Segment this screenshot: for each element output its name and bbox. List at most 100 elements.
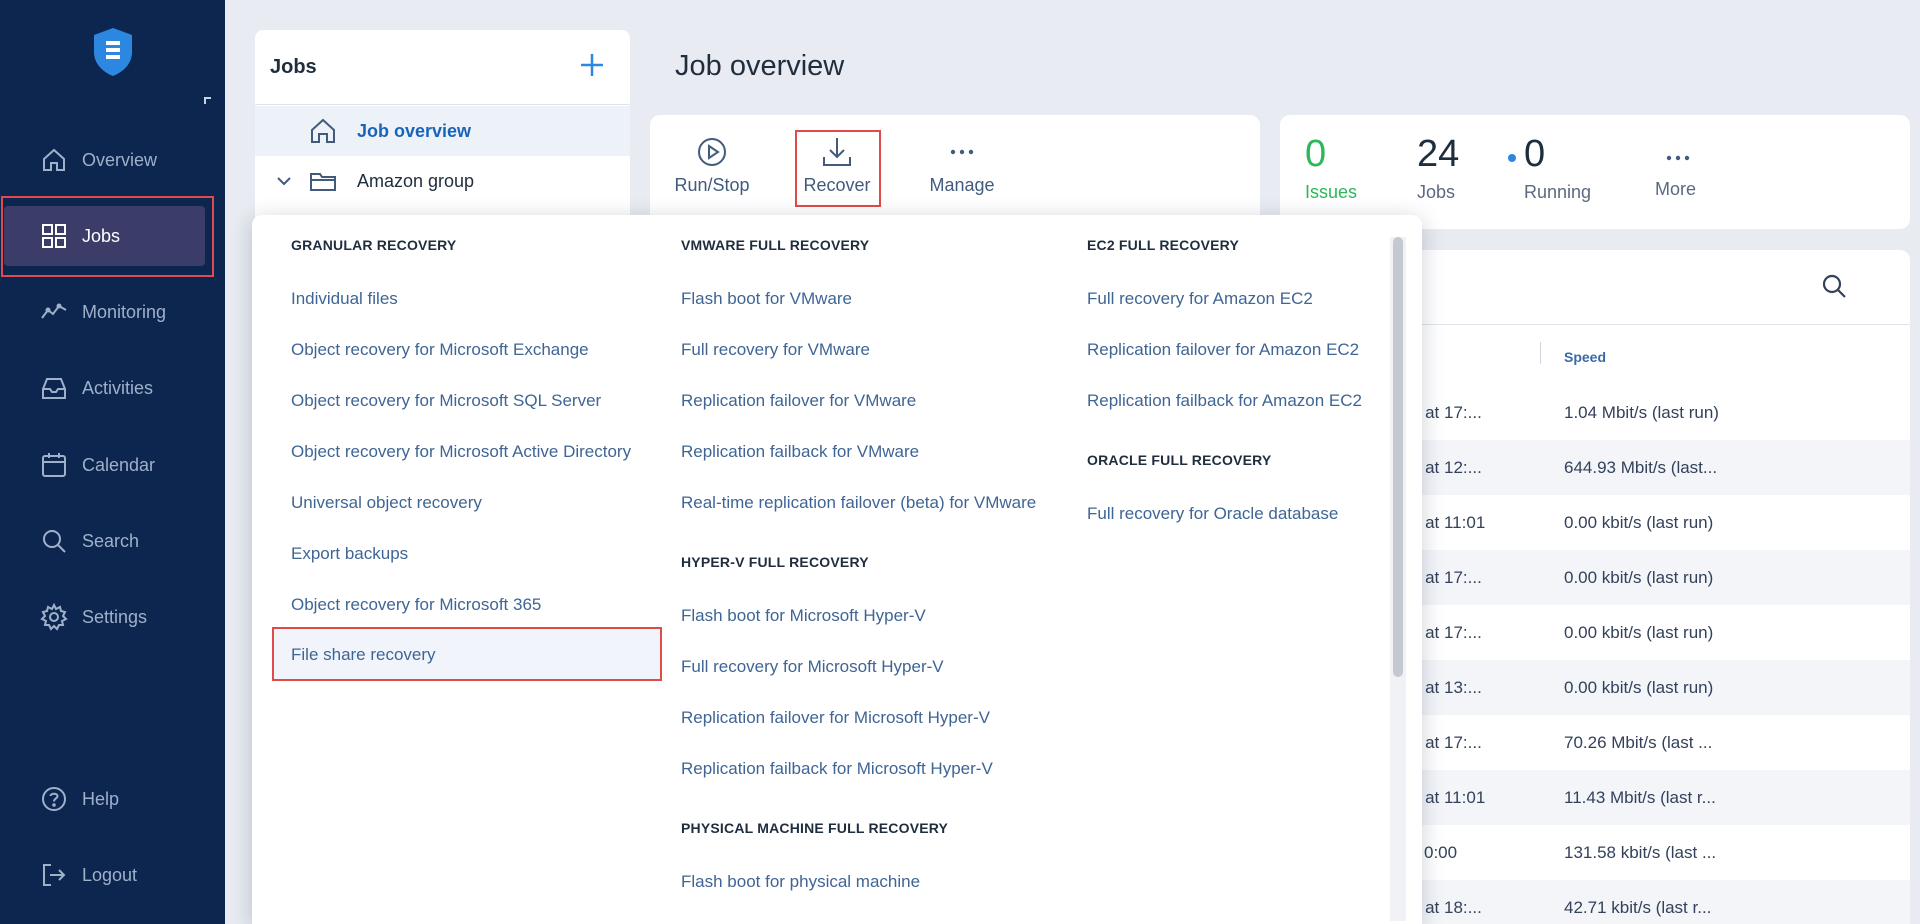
menu-section-oracle: ORACLE FULL RECOVERY bbox=[1087, 452, 1272, 468]
row-speed: 42.71 kbit/s (last r... bbox=[1564, 898, 1712, 917]
row-speed: 0.00 kbit/s (last run) bbox=[1564, 513, 1714, 532]
divider bbox=[255, 104, 630, 105]
column-header-speed[interactable]: Speed bbox=[1564, 349, 1606, 365]
shield-logo-icon[interactable] bbox=[92, 26, 134, 78]
calendar-icon bbox=[40, 451, 68, 479]
menu-item-microsoft-365[interactable]: Object recovery for Microsoft 365 bbox=[291, 595, 541, 615]
sidebar-item-settings[interactable]: Settings bbox=[0, 587, 225, 647]
menu-item-flash-boot-physical[interactable]: Flash boot for physical machine bbox=[681, 872, 920, 892]
recover-highlight-outline bbox=[795, 130, 881, 207]
sidebar-item-label: Calendar bbox=[82, 454, 156, 475]
menu-section-ec2: EC2 FULL RECOVERY bbox=[1087, 237, 1239, 253]
recover-dropdown-menu: GRANULAR RECOVERY Individual files Objec… bbox=[252, 215, 1422, 924]
sidebar-item-label: Logout bbox=[82, 864, 138, 885]
menu-section-granular: GRANULAR RECOVERY bbox=[291, 237, 457, 253]
jobs-count: 24 bbox=[1417, 133, 1460, 175]
menu-item-failback-ec2[interactable]: Replication failback for Amazon EC2 bbox=[1087, 391, 1362, 411]
home-icon bbox=[40, 146, 68, 174]
run-stop-button[interactable]: Run/Stop bbox=[662, 135, 762, 205]
tree-item-amazon-group[interactable]: Amazon group bbox=[255, 156, 630, 206]
menu-item-full-recovery-ec2[interactable]: Full recovery for Amazon EC2 bbox=[1087, 289, 1313, 309]
menu-item-failover-vmware[interactable]: Replication failover for VMware bbox=[681, 391, 916, 411]
run-stop-label: Run/Stop bbox=[674, 175, 750, 195]
sidebar-item-label: Settings bbox=[82, 606, 148, 627]
menu-item-failback-hyperv[interactable]: Replication failback for Microsoft Hyper… bbox=[681, 759, 993, 779]
chart-line-icon bbox=[40, 298, 68, 326]
more-dots-icon bbox=[950, 149, 974, 155]
sidebar-item-help[interactable]: Help bbox=[0, 769, 225, 829]
tree-item-job-overview[interactable]: Job overview bbox=[255, 106, 630, 156]
jobs-panel-title: Jobs bbox=[270, 56, 317, 78]
menu-item-file-share-recovery[interactable]: File share recovery bbox=[272, 627, 662, 681]
inbox-icon bbox=[40, 374, 68, 402]
manage-label: Manage bbox=[929, 175, 995, 195]
row-speed: 131.58 kbit/s (last ... bbox=[1564, 843, 1717, 862]
stats-card: 0 Issues 24 Jobs 0 Running More bbox=[1280, 115, 1910, 229]
row-speed: 70.26 Mbit/s (last ... bbox=[1564, 733, 1713, 752]
search-icon[interactable] bbox=[1820, 272, 1848, 300]
menu-item-active-directory[interactable]: Object recovery for Microsoft Active Dir… bbox=[291, 442, 631, 462]
jobs-stat[interactable]: 24 Jobs bbox=[1417, 133, 1459, 203]
menu-item-oracle-database[interactable]: Full recovery for Oracle database bbox=[1087, 504, 1338, 524]
running-count: 0 bbox=[1524, 133, 1546, 175]
search-icon bbox=[40, 527, 68, 555]
menu-item-sql-server[interactable]: Object recovery for Microsoft SQL Server bbox=[291, 391, 601, 411]
menu-item-flash-boot-vmware[interactable]: Flash boot for VMware bbox=[681, 289, 852, 309]
sidebar-item-overview[interactable]: Overview bbox=[0, 130, 225, 190]
add-job-icon[interactable] bbox=[577, 50, 607, 80]
help-icon bbox=[40, 785, 68, 813]
row-speed: 11.43 Mbit/s (last r... bbox=[1564, 788, 1716, 807]
more-label: More bbox=[1655, 179, 1697, 199]
running-label: Running bbox=[1524, 182, 1592, 202]
chevron-down-icon[interactable] bbox=[275, 172, 293, 190]
column-divider[interactable] bbox=[1540, 342, 1541, 364]
issues-label: Issues bbox=[1305, 182, 1358, 202]
logout-icon bbox=[40, 861, 68, 889]
play-circle-icon bbox=[698, 138, 726, 166]
sidebar-item-label: Search bbox=[82, 530, 140, 551]
menu-item-failover-hyperv[interactable]: Replication failover for Microsoft Hyper… bbox=[681, 708, 990, 728]
menu-scrollbar-thumb[interactable] bbox=[1393, 237, 1403, 677]
menu-item-full-recovery-vmware[interactable]: Full recovery for VMware bbox=[681, 340, 870, 360]
issues-stat[interactable]: 0 Issues bbox=[1305, 133, 1357, 203]
jobs-nav-highlight-outline bbox=[1, 196, 214, 277]
menu-section-hyperv: HYPER-V FULL RECOVERY bbox=[681, 554, 869, 570]
menu-item-individual-files[interactable]: Individual files bbox=[291, 289, 398, 309]
tree-item-label: Amazon group bbox=[357, 170, 475, 191]
sidebar-item-activities[interactable]: Activities bbox=[0, 358, 225, 418]
menu-section-vmware: VMWARE FULL RECOVERY bbox=[681, 237, 870, 253]
issues-count: 0 bbox=[1305, 133, 1327, 175]
sidebar-item-label: Overview bbox=[82, 149, 158, 170]
sidebar-item-monitoring[interactable]: Monitoring bbox=[0, 282, 225, 342]
sidebar-item-logout[interactable]: Logout bbox=[0, 845, 225, 905]
menu-item-failback-vmware[interactable]: Replication failback for VMware bbox=[681, 442, 919, 462]
row-speed: 644.93 Mbit/s (last... bbox=[1564, 458, 1718, 477]
menu-item-label: File share recovery bbox=[291, 645, 436, 664]
sidebar-item-search[interactable]: Search bbox=[0, 511, 225, 571]
menu-item-exchange[interactable]: Object recovery for Microsoft Exchange bbox=[291, 340, 589, 360]
tree-item-label: Job overview bbox=[357, 120, 472, 141]
row-speed: 0.00 kbit/s (last run) bbox=[1564, 623, 1714, 642]
menu-item-universal-object[interactable]: Universal object recovery bbox=[291, 493, 482, 513]
more-button[interactable]: More bbox=[1655, 135, 1696, 200]
sidebar-item-calendar[interactable]: Calendar bbox=[0, 435, 225, 495]
collapse-sidebar-icon[interactable] bbox=[204, 97, 211, 104]
running-stat[interactable]: 0 Running bbox=[1524, 133, 1591, 203]
running-indicator-dot bbox=[1508, 154, 1516, 162]
sidebar-item-label: Activities bbox=[82, 377, 154, 398]
manage-button[interactable]: Manage bbox=[912, 135, 1012, 205]
menu-item-full-recovery-hyperv[interactable]: Full recovery for Microsoft Hyper-V bbox=[681, 657, 944, 677]
menu-item-export-backups[interactable]: Export backups bbox=[291, 544, 408, 564]
folder-icon bbox=[310, 173, 336, 191]
page-title: Job overview bbox=[675, 50, 845, 82]
menu-item-realtime-failover-vmware[interactable]: Real-time replication failover (beta) fo… bbox=[681, 493, 1036, 513]
sidebar: Overview Jobs Monitoring Activities Cale… bbox=[0, 0, 225, 924]
home-icon bbox=[311, 118, 335, 143]
row-speed: 1.04 Mbit/s (last run) bbox=[1564, 403, 1719, 422]
row-date: 0:00 bbox=[1424, 843, 1458, 862]
sidebar-item-label: Monitoring bbox=[82, 301, 167, 322]
menu-item-flash-boot-hyperv[interactable]: Flash boot for Microsoft Hyper-V bbox=[681, 606, 926, 626]
sidebar-item-label: Help bbox=[82, 788, 120, 809]
menu-item-failover-ec2[interactable]: Replication failover for Amazon EC2 bbox=[1087, 340, 1359, 360]
row-speed: 0.00 kbit/s (last run) bbox=[1564, 678, 1714, 697]
